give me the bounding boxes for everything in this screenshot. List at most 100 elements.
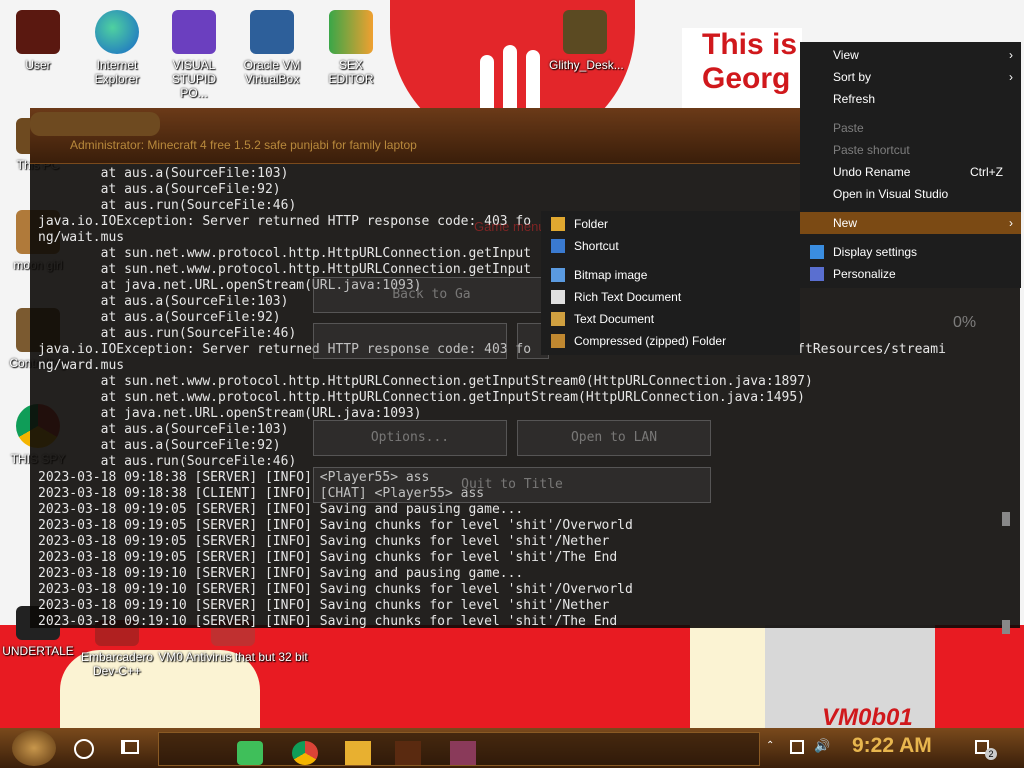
menu-item-shortcut: Ctrl+Z bbox=[970, 165, 1003, 179]
chevron-right-icon: › bbox=[1009, 48, 1013, 62]
wallpaper-banner-line1: This is bbox=[702, 28, 798, 61]
game-taskbar-icon[interactable] bbox=[450, 741, 476, 765]
steampunk-gears-decoration bbox=[30, 112, 160, 136]
user-folder-icon bbox=[16, 10, 60, 54]
new-bitmap-item[interactable]: Bitmap image bbox=[541, 264, 800, 286]
wallpaper-stripe bbox=[480, 55, 494, 115]
console-line: at aus.a(SourceFile:92) bbox=[38, 438, 281, 453]
desktop-icon-label: SEX EDITOR bbox=[328, 58, 374, 86]
back-to-game-label: Back to Ga bbox=[392, 287, 471, 302]
console-scrollbar-arrow[interactable] bbox=[1002, 620, 1010, 634]
search-icon[interactable] bbox=[74, 739, 94, 759]
desktop-icon-glithy[interactable]: Glithy_Desk... bbox=[549, 10, 624, 72]
notification-count-badge: 2 bbox=[985, 748, 997, 760]
desktop-icon-virtualbox[interactable]: Oracle VM VirtualBox bbox=[236, 10, 308, 86]
menu-item-label: Personalize bbox=[833, 267, 896, 281]
wallpaper-banner: This is Georg bbox=[682, 28, 802, 108]
desktop-icon-label: Oracle VM VirtualBox bbox=[243, 58, 301, 86]
taskbar: ⌃ 🔊 9:22 AM 2 bbox=[0, 728, 1024, 768]
quit-to-title-button[interactable]: Quit to Title bbox=[313, 467, 711, 503]
minecraft-console-taskbar-icon[interactable] bbox=[395, 741, 421, 765]
bitmap-icon bbox=[551, 268, 565, 282]
menu-item-label: Rich Text Document bbox=[574, 290, 682, 304]
menu-item-sort-by[interactable]: Sort by › bbox=[800, 66, 1021, 88]
new-rich-text-item[interactable]: Rich Text Document bbox=[541, 286, 800, 308]
new-shortcut-item[interactable]: Shortcut bbox=[541, 235, 800, 257]
network-icon[interactable] bbox=[790, 740, 804, 754]
back-to-game-button[interactable]: Back to Ga bbox=[313, 277, 550, 313]
console-line: ng/ward.mus bbox=[38, 358, 125, 373]
new-text-document-item[interactable]: Text Document bbox=[541, 308, 800, 330]
glithy-desktop-icon bbox=[563, 10, 607, 54]
desktop-icon-label: VM0 Antivirus that but 32 bit bbox=[158, 650, 308, 664]
hex-editor-icon bbox=[329, 10, 373, 54]
shortcut-icon bbox=[551, 239, 565, 253]
game-menu-button[interactable] bbox=[313, 323, 507, 359]
console-line: 2023-03-18 09:19:05 [SERVER] [INFO] Savi… bbox=[38, 518, 633, 533]
task-view-icon[interactable] bbox=[121, 740, 139, 754]
menu-item-label: View bbox=[833, 48, 859, 62]
chevron-right-icon: › bbox=[1009, 216, 1013, 230]
menu-item-label: Compressed (zipped) Folder bbox=[574, 334, 727, 348]
rich-text-icon bbox=[551, 290, 565, 304]
console-line: at aus.run(SourceFile:46) bbox=[38, 454, 297, 469]
chevron-up-icon[interactable]: ⌃ bbox=[766, 740, 780, 754]
quit-to-title-label: Quit to Title bbox=[461, 477, 563, 492]
file-explorer-icon[interactable] bbox=[345, 741, 371, 765]
console-line: 2023-03-18 09:19:05 [SERVER] [INFO] Savi… bbox=[38, 502, 524, 517]
menu-item-refresh[interactable]: Refresh bbox=[800, 88, 1021, 110]
menu-item-label: Text Document bbox=[574, 312, 655, 326]
options-button[interactable]: Options... bbox=[313, 420, 507, 456]
new-folder-item[interactable]: Folder bbox=[541, 213, 800, 235]
menu-item-paste: Paste bbox=[800, 117, 1021, 139]
volume-icon[interactable]: 🔊 bbox=[814, 740, 830, 754]
menu-item-label: Open in Visual Studio bbox=[833, 187, 949, 201]
open-to-lan-button[interactable]: Open to LAN bbox=[517, 420, 711, 456]
console-line: at java.net.URL.openStream(URL.java:1093… bbox=[38, 406, 422, 421]
console-line: at aus.a(SourceFile:103) bbox=[38, 294, 289, 309]
desktop-icon-label: Embarcadero Dev-C++ bbox=[81, 650, 154, 678]
desktop-icon-user[interactable]: User bbox=[2, 10, 74, 72]
menu-item-new[interactable]: New › bbox=[800, 212, 1021, 234]
new-zipped-folder-item[interactable]: Compressed (zipped) Folder bbox=[541, 330, 800, 352]
desktop-icon-label: Glithy_Desk... bbox=[549, 58, 624, 72]
wallpaper-stripe bbox=[526, 50, 540, 115]
wallpaper-cream-shape bbox=[690, 625, 765, 730]
taskbar-clock[interactable]: 9:22 AM bbox=[852, 734, 932, 758]
desktop-icon-hex-editor[interactable]: SEX EDITOR bbox=[315, 10, 387, 86]
folder-icon bbox=[551, 217, 565, 231]
open-to-lan-label: Open to LAN bbox=[570, 430, 658, 445]
chrome-taskbar-icon[interactable] bbox=[292, 741, 318, 765]
console-scrollbar-thumb[interactable] bbox=[1002, 512, 1010, 526]
desktop-icon-label: UNDERTALE bbox=[2, 644, 74, 658]
visual-studio-icon bbox=[172, 10, 216, 54]
start-button[interactable] bbox=[12, 730, 56, 766]
menu-item-display-settings[interactable]: Display settings bbox=[800, 241, 1021, 263]
menu-item-paste-shortcut: Paste shortcut bbox=[800, 139, 1021, 161]
taskbar-apps-area bbox=[158, 732, 760, 766]
edge-icon bbox=[95, 10, 139, 54]
console-line: at sun.net.www.protocol.http.HttpURLConn… bbox=[38, 390, 806, 405]
desktop-context-menu: View › Sort by › Refresh Paste Paste short… bbox=[800, 42, 1021, 288]
menu-item-undo-rename[interactable]: Undo Rename Ctrl+Z bbox=[800, 161, 1021, 183]
menu-item-label: Refresh bbox=[833, 92, 876, 106]
new-submenu: Folder Shortcut Bitmap image Rich Text D… bbox=[541, 211, 800, 355]
console-line: 2023-03-18 09:19:10 [SERVER] [INFO] Savi… bbox=[38, 614, 618, 629]
menu-item-label: New bbox=[833, 216, 858, 230]
virtualbox-icon bbox=[250, 10, 294, 54]
menu-item-open-in-visual-studio[interactable]: Open in Visual Studio bbox=[800, 183, 1021, 205]
menu-item-personalize[interactable]: Personalize bbox=[800, 263, 1021, 285]
console-line: at aus.run(SourceFile:46) bbox=[38, 198, 297, 213]
spotify-icon[interactable] bbox=[237, 741, 263, 765]
desktop-icon-edge[interactable]: Internet Explorer bbox=[81, 10, 153, 86]
console-line: at sun.net.www.protocol.http.HttpURLConn… bbox=[38, 262, 532, 277]
menu-item-label: Folder bbox=[574, 217, 609, 231]
menu-item-label: Sort by bbox=[833, 70, 872, 84]
options-label: Options... bbox=[370, 430, 450, 445]
console-line: 2023-03-18 09:19:05 [SERVER] [INFO] Savi… bbox=[38, 550, 618, 565]
console-line: 2023-03-18 09:19:05 [SERVER] [INFO] Savi… bbox=[38, 534, 610, 549]
zipped-folder-icon bbox=[551, 334, 565, 348]
desktop-icon-visual-studio[interactable]: VISUAL STUPID PO... bbox=[158, 10, 230, 100]
progress-percent: 0% bbox=[953, 314, 977, 331]
menu-item-view[interactable]: View › bbox=[800, 44, 1021, 66]
